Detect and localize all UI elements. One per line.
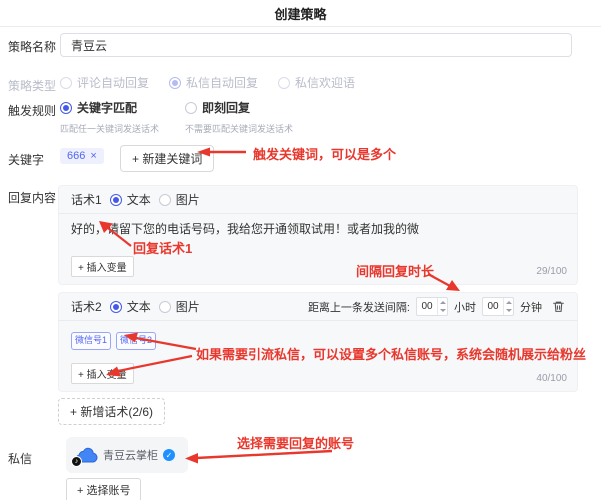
keyword-tag: 666 × [60,148,104,164]
interval-annotation: 间隔回复时长 [356,261,434,280]
script1-text-option[interactable]: 文本 [110,191,151,208]
type-option-label: 评论自动回复 [77,74,149,91]
radio-checked-icon[interactable] [110,301,122,313]
accounts-annotation: 如果需要引流私信，可以设置多个私信账号，系统会随机展示给粉丝 [196,344,586,363]
minutes-unit-label: 分钟 [520,299,542,315]
insert-variable-button[interactable]: + 插入变量 [71,256,134,277]
delete-script-button[interactable] [548,300,565,313]
radio-icon[interactable] [185,102,197,114]
script1-content-text: 好的，请留下您的电话号码，我给您开通领取试用！或者加我的微 [71,222,419,236]
interval-controls: 距离上一条发送间隔: 00 小时 00 分钟 [308,297,565,316]
script1-panel: 话术1 文本 图片 好的，请留下您的电话号码，我给您开通领取试用！或者加我的微 … [58,185,578,285]
dm-account-card[interactable]: ♪ 青豆云掌柜 ✓ [66,437,188,473]
trigger-option-keyword-match: 关键字匹配 匹配任一关键词发送话术 [60,99,159,135]
account-tag[interactable]: 微信号1 [71,332,111,350]
script2-text-option[interactable]: 文本 [110,298,151,315]
script2-image-option[interactable]: 图片 [159,298,200,315]
keyword-label: 关键字 [8,151,44,168]
type-option-label: 私信欢迎语 [295,74,355,91]
option-label: 文本 [127,298,151,315]
script1-header: 话术1 文本 图片 [59,186,577,214]
hours-value: 00 [417,298,437,315]
trash-icon [552,300,565,313]
keyword-annotation: 触发关键词，可以是多个 [253,144,396,163]
strategy-type-label: 策略类型 [8,77,56,94]
trigger-option-click-area[interactable]: 即刻回复 [185,99,293,116]
radio-checked-icon[interactable] [60,102,72,114]
script2-panel: 话术2 文本 图片 距离上一条发送间隔: 00 小时 00 [58,292,578,392]
trigger-option-label: 关键字匹配 [77,99,137,116]
minutes-stepper[interactable]: 00 [482,297,514,316]
interval-label: 距离上一条发送间隔: [308,299,410,315]
trigger-option-label: 即刻回复 [202,99,250,116]
page-title: 创建策略 [274,4,326,23]
radio-icon[interactable] [159,194,171,206]
script1-title: 话术1 [71,191,102,208]
radio-checked-icon[interactable] [169,77,181,89]
trigger-option-click-area[interactable]: 关键字匹配 [60,99,159,116]
type-option-comment-reply[interactable]: 评论自动回复 [60,74,149,91]
char-counter: 40/100 [536,373,567,384]
strategy-type-options: 评论自动回复 私信自动回复 私信欢迎语 [60,74,355,91]
option-label: 图片 [176,191,200,208]
dm-annotation: 选择需要回复的账号 [237,433,354,452]
strategy-name-label: 策略名称 [8,38,56,55]
hours-unit-label: 小时 [454,299,476,315]
radio-icon[interactable] [60,77,72,89]
script1-image-option[interactable]: 图片 [159,191,200,208]
script1-footer: + 插入变量 29/100 [71,256,567,277]
hours-stepper[interactable]: 00 [416,297,448,316]
music-note-badge-icon: ♪ [71,456,82,467]
dialog-header: 创建策略 [0,0,601,27]
option-label: 文本 [127,191,151,208]
strategy-name-input[interactable] [60,33,572,57]
trigger-rule-label: 触发规则 [8,102,56,119]
stepper-arrows[interactable] [503,298,513,315]
script2-footer: + 插入变量 40/100 [71,363,567,384]
trigger-rule-options: 关键字匹配 匹配任一关键词发送话术 即刻回复 不需要匹配关键词发送话术 [60,99,293,135]
select-account-button[interactable]: + 选择账号 [66,478,141,500]
dm-account-name: 青豆云掌柜 [103,447,158,463]
radio-icon[interactable] [278,77,290,89]
new-keyword-button[interactable]: + 新建关键词 [120,145,214,172]
dm-label: 私信 [8,450,32,467]
keyword-tag-text: 666 [67,150,85,162]
reply-content-label-text: 回复内容 [8,189,56,206]
trigger-option-instant-reply: 即刻回复 不需要匹配关键词发送话术 [185,99,293,135]
option-label: 图片 [176,298,200,315]
type-option-dm-reply[interactable]: 私信自动回复 [169,74,258,91]
create-strategy-page: 创建策略 策略名称 策略类型 评论自动回复 私信自动回复 私信欢迎语 触发规则 … [0,0,601,500]
script2-title: 话术2 [71,298,102,315]
stepper-arrows[interactable] [437,298,447,315]
script2-header: 话术2 文本 图片 距离上一条发送间隔: 00 小时 00 [59,293,577,321]
radio-checked-icon[interactable] [110,194,122,206]
remove-keyword-icon[interactable]: × [90,151,96,162]
script1-annotation: 回复话术1 [133,238,192,257]
type-option-dm-welcome[interactable]: 私信欢迎语 [278,74,355,91]
insert-variable-button[interactable]: + 插入变量 [71,363,134,384]
verified-badge-icon: ✓ [163,449,175,461]
trigger-option-desc: 匹配任一关键词发送话术 [60,122,159,135]
radio-icon[interactable] [159,301,171,313]
trigger-option-desc: 不需要匹配关键词发送话术 [185,122,293,135]
minutes-value: 00 [483,298,503,315]
cloud-avatar-icon: ♪ [74,445,98,465]
type-option-label: 私信自动回复 [186,74,258,91]
account-tag[interactable]: 微信号2 [116,332,156,350]
add-script-button[interactable]: + 新增话术(2/6) [58,398,165,425]
char-counter: 29/100 [536,266,567,277]
